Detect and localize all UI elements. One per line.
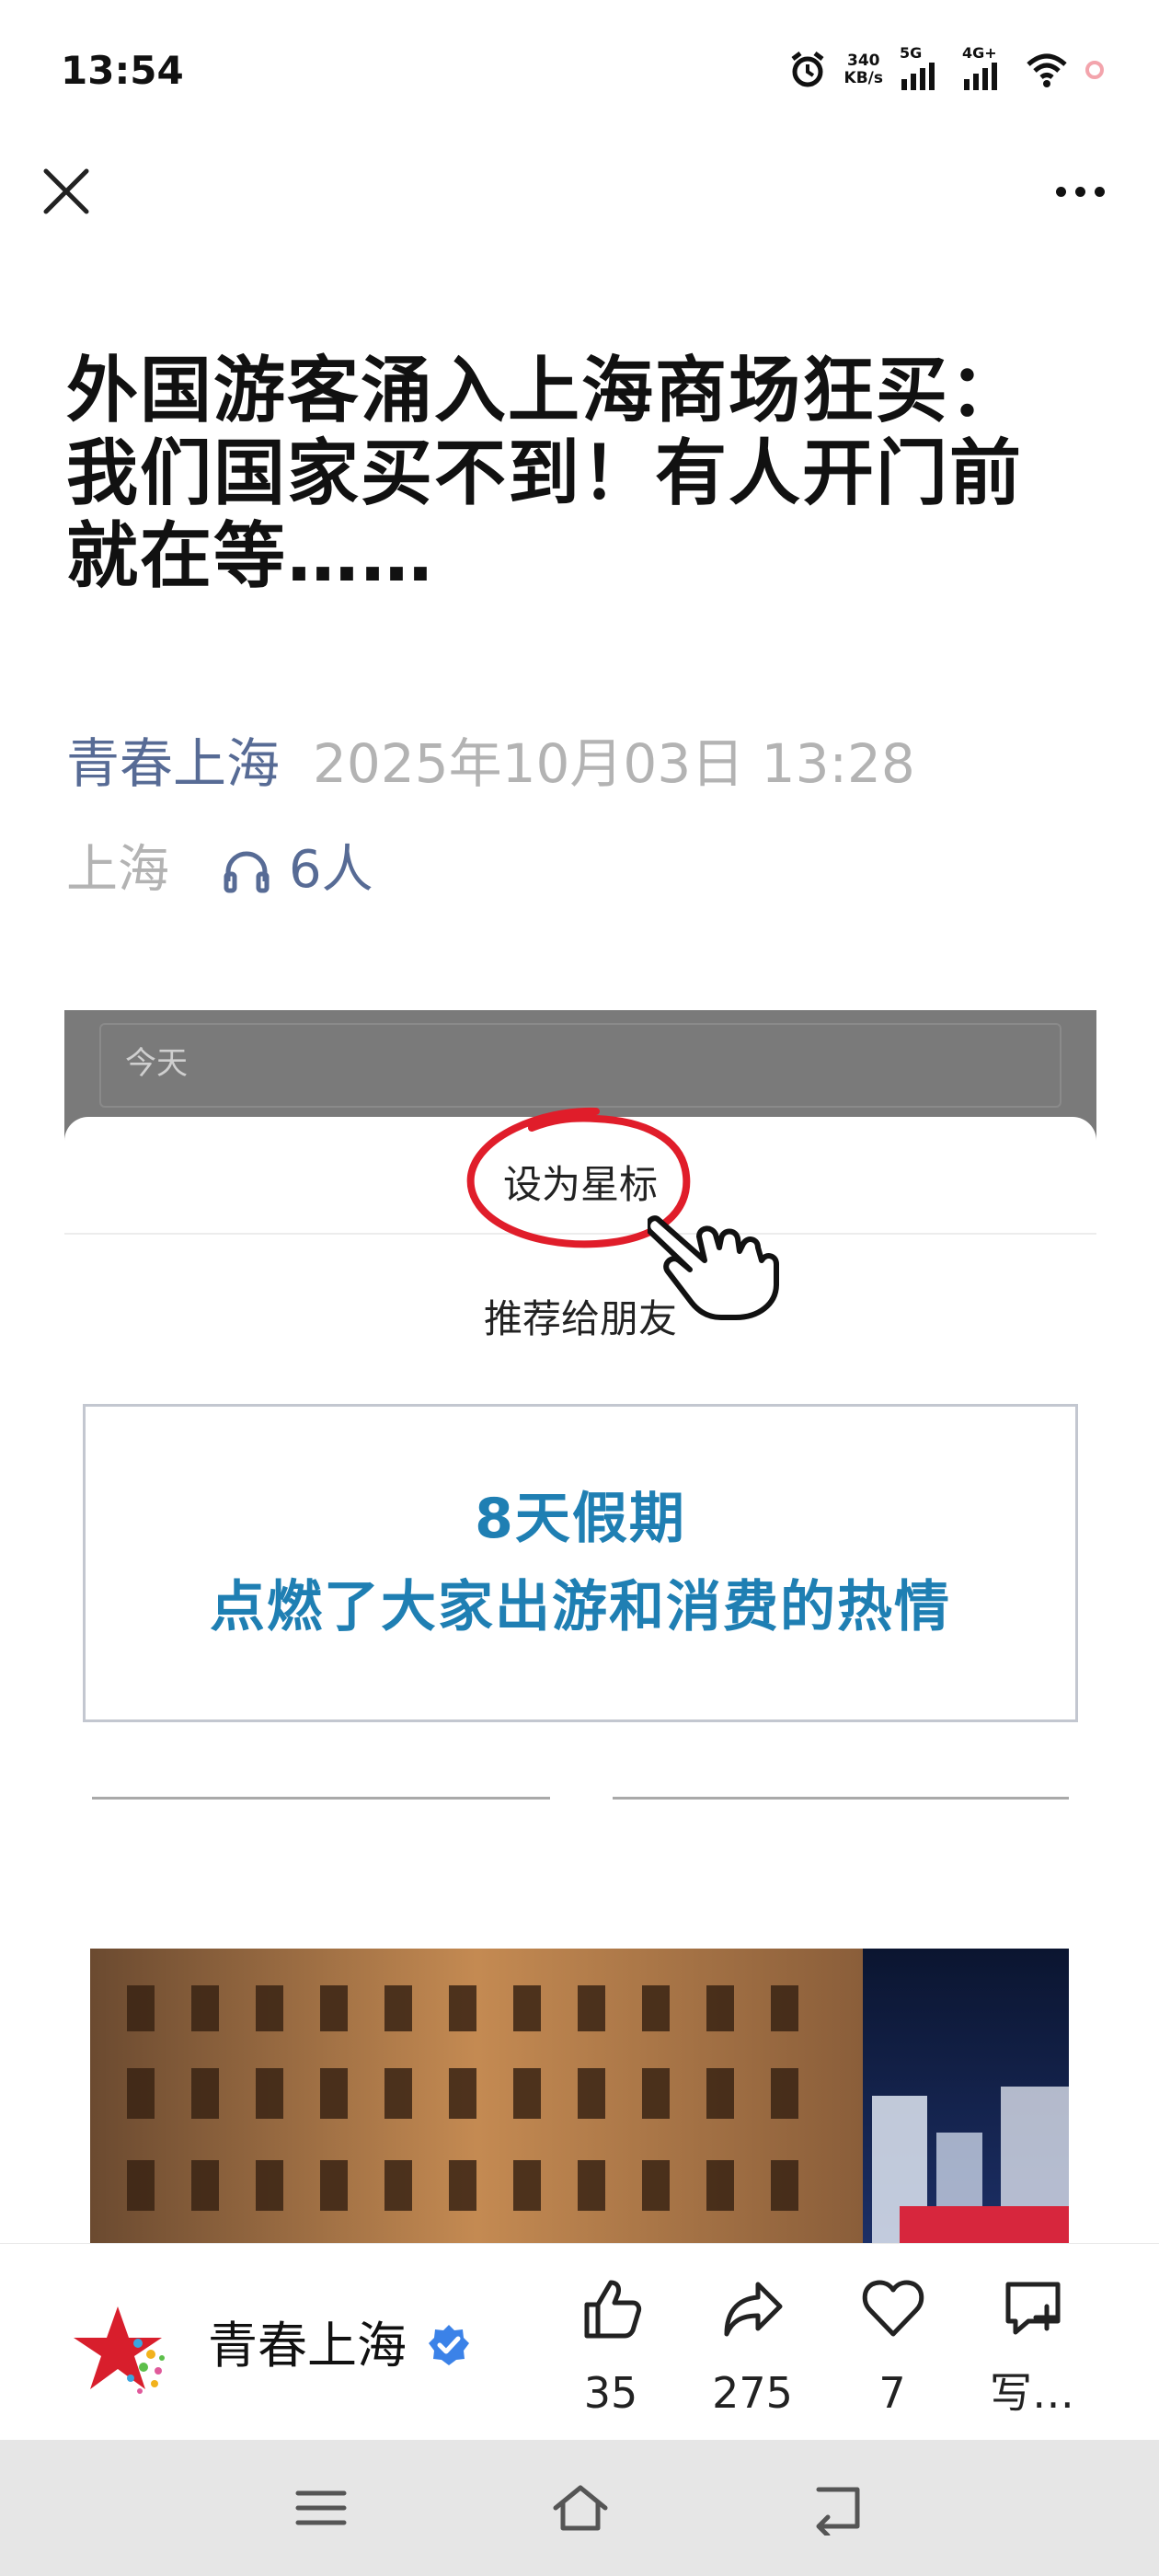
like-icon: [584, 2280, 642, 2339]
net-speed: 340 KB/s: [844, 52, 883, 87]
favorite-button[interactable]: 7: [837, 2277, 947, 2424]
headphones-icon: [224, 851, 270, 893]
comment-icon: [1005, 2282, 1061, 2335]
like-button[interactable]: 35: [556, 2277, 666, 2424]
menu-icon[interactable]: [289, 2480, 353, 2536]
wifi-icon: [1027, 53, 1067, 87]
back-icon[interactable]: [806, 2480, 870, 2536]
close-icon[interactable]: [37, 162, 96, 221]
pointing-hand-icon: [648, 1215, 779, 1320]
publish-date: 2025年10月03日 13:28: [313, 732, 915, 795]
embed-recommend-label: 推荐给朋友: [483, 1296, 677, 1341]
account-avatar[interactable]: [74, 2301, 169, 2397]
status-icons: 340 KB/s 5G 4G+: [787, 42, 1104, 98]
listen-button[interactable]: 6人: [221, 834, 373, 907]
share-button[interactable]: 275: [697, 2277, 808, 2424]
verified-icon: [429, 2325, 469, 2365]
share-icon: [724, 2282, 783, 2337]
promo-card: 8天假期 点燃了大家出游和消费的热情: [83, 1404, 1078, 1722]
listener-count: 6人: [289, 840, 373, 900]
divider-left: [92, 1797, 550, 1800]
like-count: 35: [583, 2368, 638, 2418]
article-image-tutorial: 今天 设为星标 推荐给朋友 8天假期 点燃了大家出游和消费的热情: [64, 1010, 1096, 1827]
region-label: 上海: [66, 840, 169, 900]
bottom-toolbar: 青春上海 35 275 7 写…: [0, 2243, 1159, 2440]
net-speed-unit: KB/s: [843, 69, 883, 87]
comment-label: 写…: [990, 2368, 1074, 2418]
more-icon[interactable]: [1043, 171, 1117, 212]
signal-5g: 5G: [900, 44, 946, 90]
comment-button[interactable]: 写…: [977, 2277, 1087, 2424]
signal-5g-label: 5G: [900, 44, 923, 62]
home-icon[interactable]: [548, 2480, 613, 2536]
share-count: 275: [712, 2368, 793, 2418]
net-speed-value: 340: [847, 52, 880, 70]
promo-line-1: 8天假期: [475, 1487, 686, 1551]
recording-dot-icon: [1085, 61, 1104, 79]
author-link[interactable]: 青春上海: [66, 732, 280, 795]
article-photo-mall-night: [90, 1949, 1069, 2243]
divider-right: [613, 1797, 1069, 1800]
favorite-count: 7: [878, 2368, 906, 2418]
heart-icon: [862, 2280, 924, 2337]
article-title: 外国游客涌入上海商场狂买：我们国家买不到！有人开门前就在等……: [66, 350, 1024, 598]
system-navigation-bar: [0, 2440, 1159, 2576]
promo-line-2: 点燃了大家出游和消费的热情: [210, 1575, 951, 1639]
status-time: 13:54: [61, 48, 184, 93]
status-bar: 13:54 340 KB/s 5G 4G+: [0, 0, 1159, 138]
account-name[interactable]: 青春上海: [208, 2314, 407, 2378]
signal-4g: 4G+: [962, 44, 1008, 90]
embed-today-label: 今天: [125, 1045, 188, 1082]
alarm-icon: [791, 52, 824, 87]
signal-4g-label: 4G+: [962, 44, 997, 62]
article-meta: 青春上海 2025年10月03日 13:28: [66, 727, 915, 800]
article-meta-2: 上海 6人: [66, 834, 373, 907]
